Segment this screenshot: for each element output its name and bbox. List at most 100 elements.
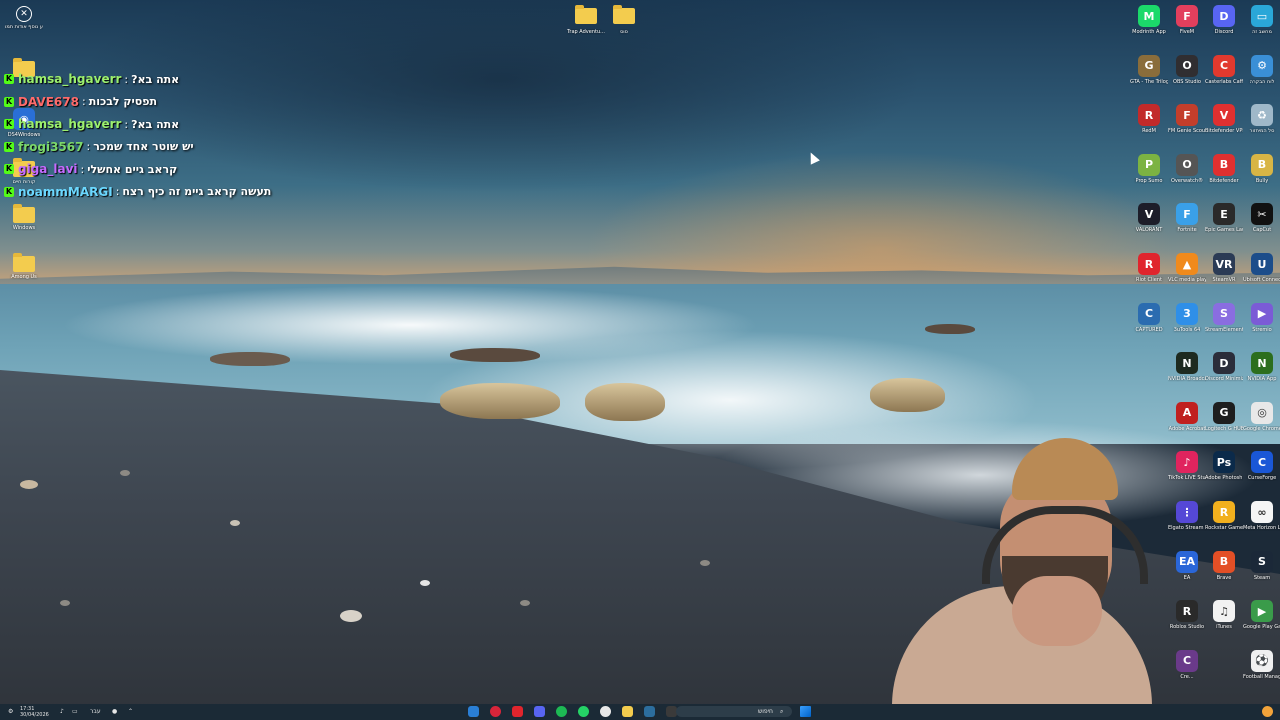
desktop-icon-label: Adobe Photosh...: [1205, 475, 1243, 482]
desktop-icon-label: OBS Studio: [1173, 78, 1201, 85]
chat-message-text: קראב גיים אחשלי: [87, 162, 178, 176]
desktop-icon[interactable]: ✂ CapCut: [1243, 203, 1280, 233]
desktop-icon[interactable]: O Overwatch®: [1168, 153, 1206, 184]
desktop-icon[interactable]: O OBS Studio: [1168, 54, 1206, 85]
desktop-icon[interactable]: R RedM: [1130, 104, 1168, 134]
app-icon: ▭: [1251, 5, 1273, 27]
notification-icon[interactable]: [1262, 706, 1273, 717]
desktop-icon-windows-folder[interactable]: Windows: [5, 204, 43, 231]
desktop-icon[interactable]: ◎ Google Chrome: [1243, 401, 1280, 432]
desktop-icon[interactable]: GGTA - The Trilogy - DE: [1130, 54, 1168, 85]
desktop-icon-label: SteamVR: [1212, 277, 1236, 283]
desktop-icon[interactable]: N NVIDIA App: [1243, 352, 1280, 382]
desktop-icon[interactable]: SStreamElements SE.Live: [1205, 302, 1243, 333]
chat-message-text: אתה בא?: [131, 117, 180, 131]
desktop-icon-label: Discord: [1214, 29, 1234, 35]
network-icon[interactable]: ▭: [72, 706, 78, 718]
desktop-icon[interactable]: G Logitech G HUB: [1205, 401, 1243, 432]
desktop-icon[interactable]: ▲ VLC media player: [1168, 253, 1206, 283]
chat-separator: :: [80, 162, 85, 176]
desktop-icon[interactable]: ♻ סל המיחזור: [1243, 104, 1280, 134]
spotify-icon[interactable]: [556, 706, 567, 717]
folder-icon: [613, 5, 635, 24]
desktop-icon[interactable]: V VALORANT: [1130, 203, 1168, 233]
desktop-icon[interactable]: R Rockstar Games...: [1205, 501, 1243, 531]
desktop-icon[interactable]: ▶ Stremio: [1243, 302, 1280, 333]
desktop-icon-sus[interactable]: סוס: [605, 5, 643, 35]
desktop-icon[interactable]: ∞ Meta Horizon Link: [1243, 501, 1280, 531]
wallpaper-pebble: [520, 600, 530, 606]
taskbar-app-icon[interactable]: [512, 706, 523, 717]
wallpaper-rock: [585, 383, 665, 421]
microphone-icon[interactable]: ●: [112, 706, 117, 718]
desktop-icon[interactable]: VR SteamVR: [1205, 253, 1243, 283]
desktop-icon[interactable]: EEpic Games Launcher: [1205, 203, 1243, 233]
desktop-icon[interactable]: M Modrinth App: [1130, 5, 1168, 35]
desktop-icon-label: Ubisoft Connect: [1243, 277, 1280, 283]
desktop-icon[interactable]: D Discord: [1205, 5, 1243, 35]
desktop-icon[interactable]: P Prop Sumo: [1130, 153, 1168, 184]
chat-message: Kfrogi3567: יש שוטר אחד שמכר: [4, 136, 304, 159]
desktop-icon[interactable]: ♫ iTunes: [1205, 600, 1243, 630]
folder-icon: [13, 204, 35, 223]
desktop-icon[interactable]: ▭ מחשב זה: [1243, 5, 1280, 35]
chevron-up-icon[interactable]: ⌃: [128, 706, 133, 718]
desktop-icon-trap-adventure[interactable]: Trap Adventu...: [567, 5, 605, 35]
taskbar-clock[interactable]: 17:31 30/04/2026: [20, 706, 49, 718]
app-icon: C: [1138, 302, 1160, 325]
taskbar-app-icon[interactable]: [490, 706, 501, 717]
desktop-icon[interactable]: B Bitdefender: [1205, 153, 1243, 184]
whatsapp-icon[interactable]: [578, 706, 589, 717]
taskbar-app-icon[interactable]: [468, 706, 479, 717]
desktop-icon[interactable]: F Fortnite: [1168, 203, 1206, 233]
app-icon: ⚙: [1251, 54, 1273, 77]
desktop-icon[interactable]: FFM Genie Scout 26g: [1168, 104, 1206, 134]
file-explorer-icon[interactable]: [622, 706, 633, 717]
desktop-icon[interactable]: DDiscord Minimizer: [1205, 352, 1243, 382]
desktop-icon[interactable]: V Bitdefender VPN: [1205, 104, 1243, 134]
app-icon: R: [1138, 253, 1160, 275]
wallpaper-pebble: [120, 470, 130, 476]
desktop-icon[interactable]: A Adobe Acrobat: [1168, 401, 1206, 432]
app-icon: V: [1213, 104, 1235, 127]
app-icon: D: [1213, 352, 1235, 375]
desktop-icon[interactable]: NNVIDIA Broadcast: [1168, 352, 1206, 382]
chrome-icon[interactable]: [600, 706, 611, 717]
windows-start-icon[interactable]: [800, 706, 811, 717]
desktop-icon[interactable]: ⚽Football Manager 26: [1243, 649, 1280, 680]
desktop-icon[interactable]: B Brave: [1205, 550, 1243, 581]
app-icon: ▶: [1251, 302, 1273, 325]
desktop-icon[interactable]: U Ubisoft Connect: [1243, 253, 1280, 283]
desktop-icon[interactable]: C CurseForge: [1243, 451, 1280, 481]
desktop-icon[interactable]: CCasterlabs Caffeinated: [1205, 54, 1243, 85]
desktop-icon[interactable]: R Riot Client: [1130, 253, 1168, 283]
chat-username: hamsa_hgaverr: [18, 117, 122, 132]
language-indicator[interactable]: עבר: [90, 706, 101, 718]
volume-icon[interactable]: ♪: [60, 706, 64, 718]
desktop-icon[interactable]: 3 3uTools 64: [1168, 302, 1206, 333]
desktop-icon-label: Epic Games Launcher: [1205, 227, 1243, 234]
chat-username: giga_lavi: [18, 162, 78, 177]
desktop-icon[interactable]: F FiveM: [1168, 5, 1206, 35]
desktop-icon[interactable]: S Steam: [1243, 550, 1280, 581]
desktop-icon-label: NVIDIA App: [1247, 376, 1277, 383]
desktop-icon[interactable]: B Bully: [1243, 153, 1280, 184]
desktop-icon-label: Adobe Acrobat: [1168, 425, 1206, 432]
desktop-icon-label: Windows: [12, 225, 36, 231]
desktop-icon-info[interactable]: ✕ מידע נוסף אודות תמו: [5, 6, 43, 30]
desktop-icon[interactable]: ▶Google Play Games: [1243, 600, 1280, 630]
taskbar-search-box[interactable]: חיפוש ⌕: [676, 706, 792, 717]
desktop-icon[interactable]: C CAPTURED: [1130, 302, 1168, 333]
taskbar-app-icon[interactable]: [644, 706, 655, 717]
app-icon: ▶: [1251, 600, 1273, 623]
widgets-icon[interactable]: ⚙: [8, 706, 13, 718]
desktop-icon-label: Bitdefender: [1209, 177, 1239, 184]
desktop-icon-among-us[interactable]: Among Us: [5, 253, 43, 280]
desktop-icon[interactable]: ⚙ לוח הבקרה: [1243, 54, 1280, 85]
desktop-icon[interactable]: Ps Adobe Photosh...: [1205, 451, 1243, 481]
desktop-icon-label: Fortnite: [1177, 227, 1197, 234]
chat-separator: :: [124, 72, 129, 86]
desktop-icon-label: Football Manager 26: [1243, 673, 1280, 680]
app-icon: C: [1213, 54, 1235, 77]
discord-icon[interactable]: [534, 706, 545, 717]
